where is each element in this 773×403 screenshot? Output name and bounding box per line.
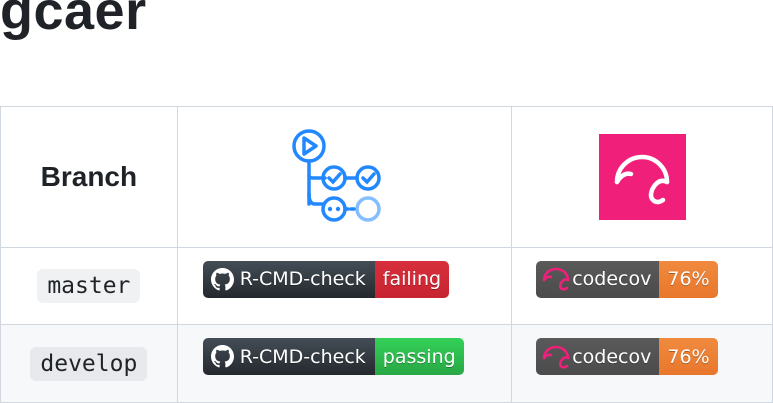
codecov-badge[interactable]: codecov 76% [536,260,718,298]
coverage-cell: codecov 76% [511,324,773,403]
check-status: failing [374,260,450,298]
branch-header: Branch [40,161,138,192]
r-cmd-check-badge[interactable]: R-CMD-check passing [202,338,464,375]
codecov-umbrella-icon [542,267,570,291]
r-cmd-check-badge[interactable]: R-CMD-check failing [202,260,450,298]
check-cell: R-CMD-check passing [176,324,513,403]
coverage-cell: codecov 76% [511,247,773,325]
codecov-icon [598,134,686,220]
check-cell: R-CMD-check failing [176,247,513,325]
github-actions-icon [292,129,382,222]
coverage-value: 76% [659,260,718,298]
branch-cell: develop [0,324,178,403]
table-row: master R-CMD-check failing codecov 76% [0,247,773,325]
codecov-label: codecov [572,268,652,290]
header-branch-cell: Branch [0,106,178,248]
check-label: R-CMD-check [239,345,366,368]
table-header-row: Branch [0,106,773,248]
branch-cell: master [0,247,178,325]
codecov-umbrella-icon [542,345,570,369]
page-title: gcaer [0,0,147,41]
branch-name: master [37,269,141,303]
table-row: develop R-CMD-check passing codecov 76% [0,324,773,403]
coverage-value: 76% [659,338,718,375]
header-actions-cell [176,106,513,248]
branch-name: develop [30,346,148,381]
github-icon [210,345,234,368]
header-codecov-cell [511,106,773,248]
status-table: Branch master R-CMD-check failing codeco… [0,106,773,403]
check-status: passing [374,338,464,375]
codecov-label: codecov [572,345,652,368]
codecov-badge[interactable]: codecov 76% [536,338,718,375]
check-label: R-CMD-check [239,268,366,290]
github-icon [210,267,234,290]
